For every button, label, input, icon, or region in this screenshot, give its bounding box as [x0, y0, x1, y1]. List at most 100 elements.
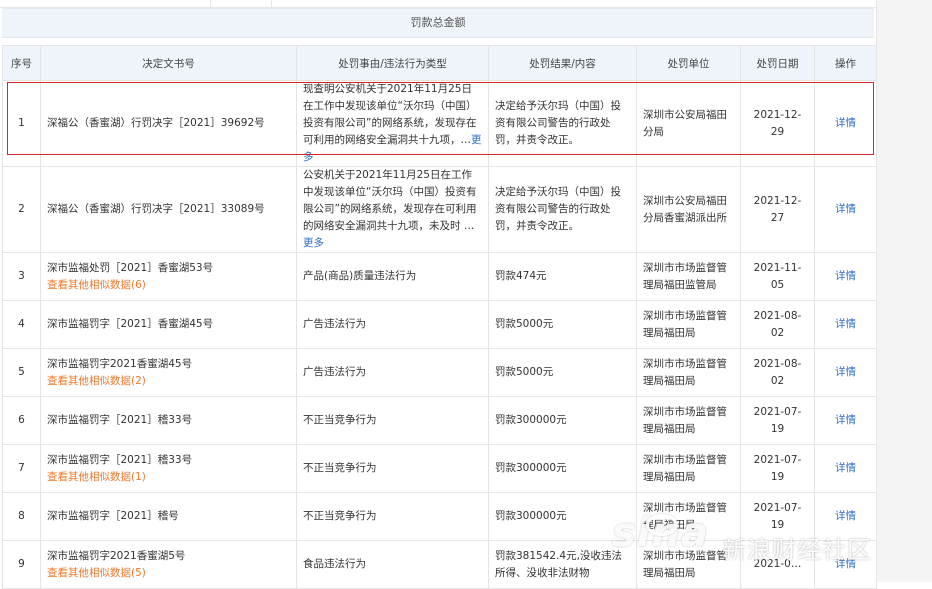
- doc-number: 深市监福处罚［2021］香蜜湖53号: [47, 261, 214, 274]
- top-tab-segment: [211, 0, 272, 7]
- action-cell: 详情: [814, 396, 877, 445]
- col-header-index: 序号: [2, 45, 41, 81]
- date-cell: 2021-0…: [740, 540, 815, 589]
- unit-cell: 深圳市市场监督管理局福田局: [636, 444, 741, 493]
- doc-number: 深福公（香蜜湖）行罚决字［2021］33089号: [47, 203, 265, 215]
- similar-data-link[interactable]: 查看其他相似数据(5): [47, 565, 290, 582]
- action-cell: 详情: [814, 252, 877, 301]
- reason-cell: 食品违法行为: [296, 540, 489, 589]
- row-index: 3: [2, 252, 41, 301]
- more-link[interactable]: 更多: [303, 237, 324, 249]
- result-cell: 罚款474元: [488, 252, 637, 301]
- similar-data-link[interactable]: 查看其他相似数据(1): [47, 469, 290, 486]
- row-index: 9: [2, 540, 41, 589]
- reason-cell: 广告违法行为: [296, 300, 489, 349]
- table-row: 8 深市监福罚字［2021］稽号 不正当竞争行为 罚款300000元 深圳市市场监督管理…: [2, 492, 877, 541]
- fine-total-bar: 罚款总金额: [2, 8, 874, 38]
- col-header-doc-no: 决定文书号: [40, 45, 297, 81]
- date-cell: 2021-12-29: [740, 80, 815, 167]
- detail-link[interactable]: 详情: [835, 318, 856, 330]
- unit-cell: 深圳市市场监督管理局福田局: [636, 492, 741, 541]
- doc-number: 深福公（香蜜湖）行罚决字［2021］39692号: [47, 117, 265, 129]
- result-cell: 罚款300000元: [488, 444, 637, 493]
- reason-text: 公安机关于2021年11月25日在工作中发现该单位“沃尔玛（中国）投资有限公司”…: [303, 169, 477, 232]
- reason-text: 现查明公安机关于2021年11月25日在工作中发现该单位“沃尔玛（中国）投资有限…: [303, 83, 477, 146]
- action-cell: 详情: [814, 444, 877, 493]
- action-cell: 详情: [814, 540, 877, 589]
- date-cell: 2021-08-02: [740, 300, 815, 349]
- col-header-reason: 处罚事由/违法行为类型: [296, 45, 489, 81]
- reason-text: 不正当竞争行为: [303, 414, 377, 426]
- detail-link[interactable]: 详情: [835, 414, 856, 426]
- action-cell: 详情: [814, 492, 877, 541]
- doc-number-cell: 深市监福罚字2021香蜜湖5号 查看其他相似数据(5): [40, 540, 297, 589]
- date-cell: 2021-08-02: [740, 348, 815, 397]
- unit-cell: 深圳市市场监督管理局福田局: [636, 348, 741, 397]
- detail-link[interactable]: 详情: [835, 558, 856, 570]
- doc-number-cell: 深市监福罚字［2021］稽33号查看其他相似数据(1): [40, 444, 297, 493]
- doc-number: 深市监福罚字［2021］稽33号: [47, 414, 193, 426]
- reason-text: 食品违法行为: [303, 558, 366, 570]
- action-cell: 详情: [814, 348, 877, 397]
- result-cell: 罚款300000元: [488, 492, 637, 541]
- result-cell: 决定给予沃尔玛（中国）投资有限公司警告的行政处罚，并责令改正。: [488, 80, 637, 167]
- unit-cell: 深圳市市场监督管理局福田监管局: [636, 252, 741, 301]
- doc-number: 深市监福罚字［2021］香蜜湖45号: [47, 318, 214, 330]
- reason-cell: 不正当竞争行为: [296, 492, 489, 541]
- top-tab-segment: [0, 0, 211, 7]
- col-header-result: 处罚结果/内容: [488, 45, 637, 81]
- top-tab-strip: [0, 0, 876, 8]
- doc-number: 深市监福罚字2021香蜜湖45号: [47, 357, 193, 370]
- date-cell: 2021-12-27: [740, 166, 815, 253]
- reason-text: 广告违法行为: [303, 366, 366, 378]
- unit-cell: 深圳市公安局福田分局香蜜湖派出所: [636, 166, 741, 253]
- action-cell: 详情: [814, 300, 877, 349]
- row-index: 2: [2, 166, 41, 253]
- detail-link[interactable]: 详情: [835, 203, 856, 215]
- doc-number-cell: 深市监福罚字2021香蜜湖45号查看其他相似数据(2): [40, 348, 297, 397]
- action-cell: 详情: [814, 80, 877, 167]
- detail-link[interactable]: 详情: [835, 462, 856, 474]
- row-index: 1: [2, 80, 41, 167]
- detail-link[interactable]: 详情: [835, 366, 856, 378]
- detail-link[interactable]: 详情: [835, 510, 856, 522]
- detail-link[interactable]: 详情: [835, 117, 856, 129]
- detail-link[interactable]: 详情: [835, 270, 856, 282]
- reason-cell: 广告违法行为: [296, 348, 489, 397]
- reason-text: 产品(商品)质量违法行为: [303, 270, 417, 282]
- col-header-unit: 处罚单位: [636, 45, 741, 81]
- result-cell: 罚款5000元: [488, 300, 637, 349]
- table-row: 3 深市监福处罚［2021］香蜜湖53号查看其他相似数据(6) 产品(商品)质量违法…: [2, 252, 877, 301]
- col-header-action: 操作: [814, 45, 877, 81]
- doc-number-cell: 深市监福罚字［2021］稽号: [40, 492, 297, 541]
- unit-cell: 深圳市公安局福田分局: [636, 80, 741, 167]
- reason-cell: 不正当竞争行为: [296, 396, 489, 445]
- row-index: 6: [2, 396, 41, 445]
- table-row: 7 深市监福罚字［2021］稽33号 查看其他相似数据(1) 不正当竞争行为 罚款300…: [2, 444, 877, 493]
- action-cell: 详情: [814, 166, 877, 253]
- similar-data-link[interactable]: 查看其他相似数据(6): [47, 277, 290, 294]
- reason-text: 不正当竞争行为: [303, 510, 377, 522]
- doc-number-cell: 深市监福罚字［2021］香蜜湖45号: [40, 300, 297, 349]
- unit-cell: 深圳市市场监督管理局福田局: [636, 300, 741, 349]
- col-header-date: 处罚日期: [740, 45, 815, 81]
- table-row: 9 深市监福罚字2021香蜜湖5号 查看其他相似数据(5) 食品违法行为 罚款38154…: [2, 540, 877, 589]
- doc-number-cell: 深福公（香蜜湖）行罚决字［2021］33089号: [40, 166, 297, 253]
- result-cell: 罚款381542.4元,没收违法所得、没收非法财物: [488, 540, 637, 589]
- unit-cell: 深圳市市场监督管理局福田局: [636, 396, 741, 445]
- table-header-row: 序号 决定文书号 处罚事由/违法行为类型 处罚结果/内容 处罚单位 处罚日期 操…: [2, 45, 877, 81]
- doc-number: 深市监福罚字［2021］稽号: [47, 510, 179, 522]
- date-cell: 2021-07-19: [740, 492, 815, 541]
- table-row: 4 深市监福罚字［2021］香蜜湖45号 广告违法行为 罚款5000元 深圳市市场监督管…: [2, 300, 877, 349]
- result-cell: 决定给予沃尔玛（中国）投资有限公司警告的行政处罚，并责令改正。: [488, 166, 637, 253]
- result-cell: 罚款5000元: [488, 348, 637, 397]
- reason-text: 广告违法行为: [303, 318, 366, 330]
- row-index: 4: [2, 300, 41, 349]
- similar-data-link[interactable]: 查看其他相似数据(2): [47, 373, 290, 390]
- penalty-table: 序号 决定文书号 处罚事由/违法行为类型 处罚结果/内容 处罚单位 处罚日期 操…: [2, 45, 877, 589]
- row-index: 5: [2, 348, 41, 397]
- date-cell: 2021-07-19: [740, 444, 815, 493]
- doc-number: 深市监福罚字［2021］稽33号: [47, 453, 193, 466]
- date-cell: 2021-11-05: [740, 252, 815, 301]
- row-index: 7: [2, 444, 41, 493]
